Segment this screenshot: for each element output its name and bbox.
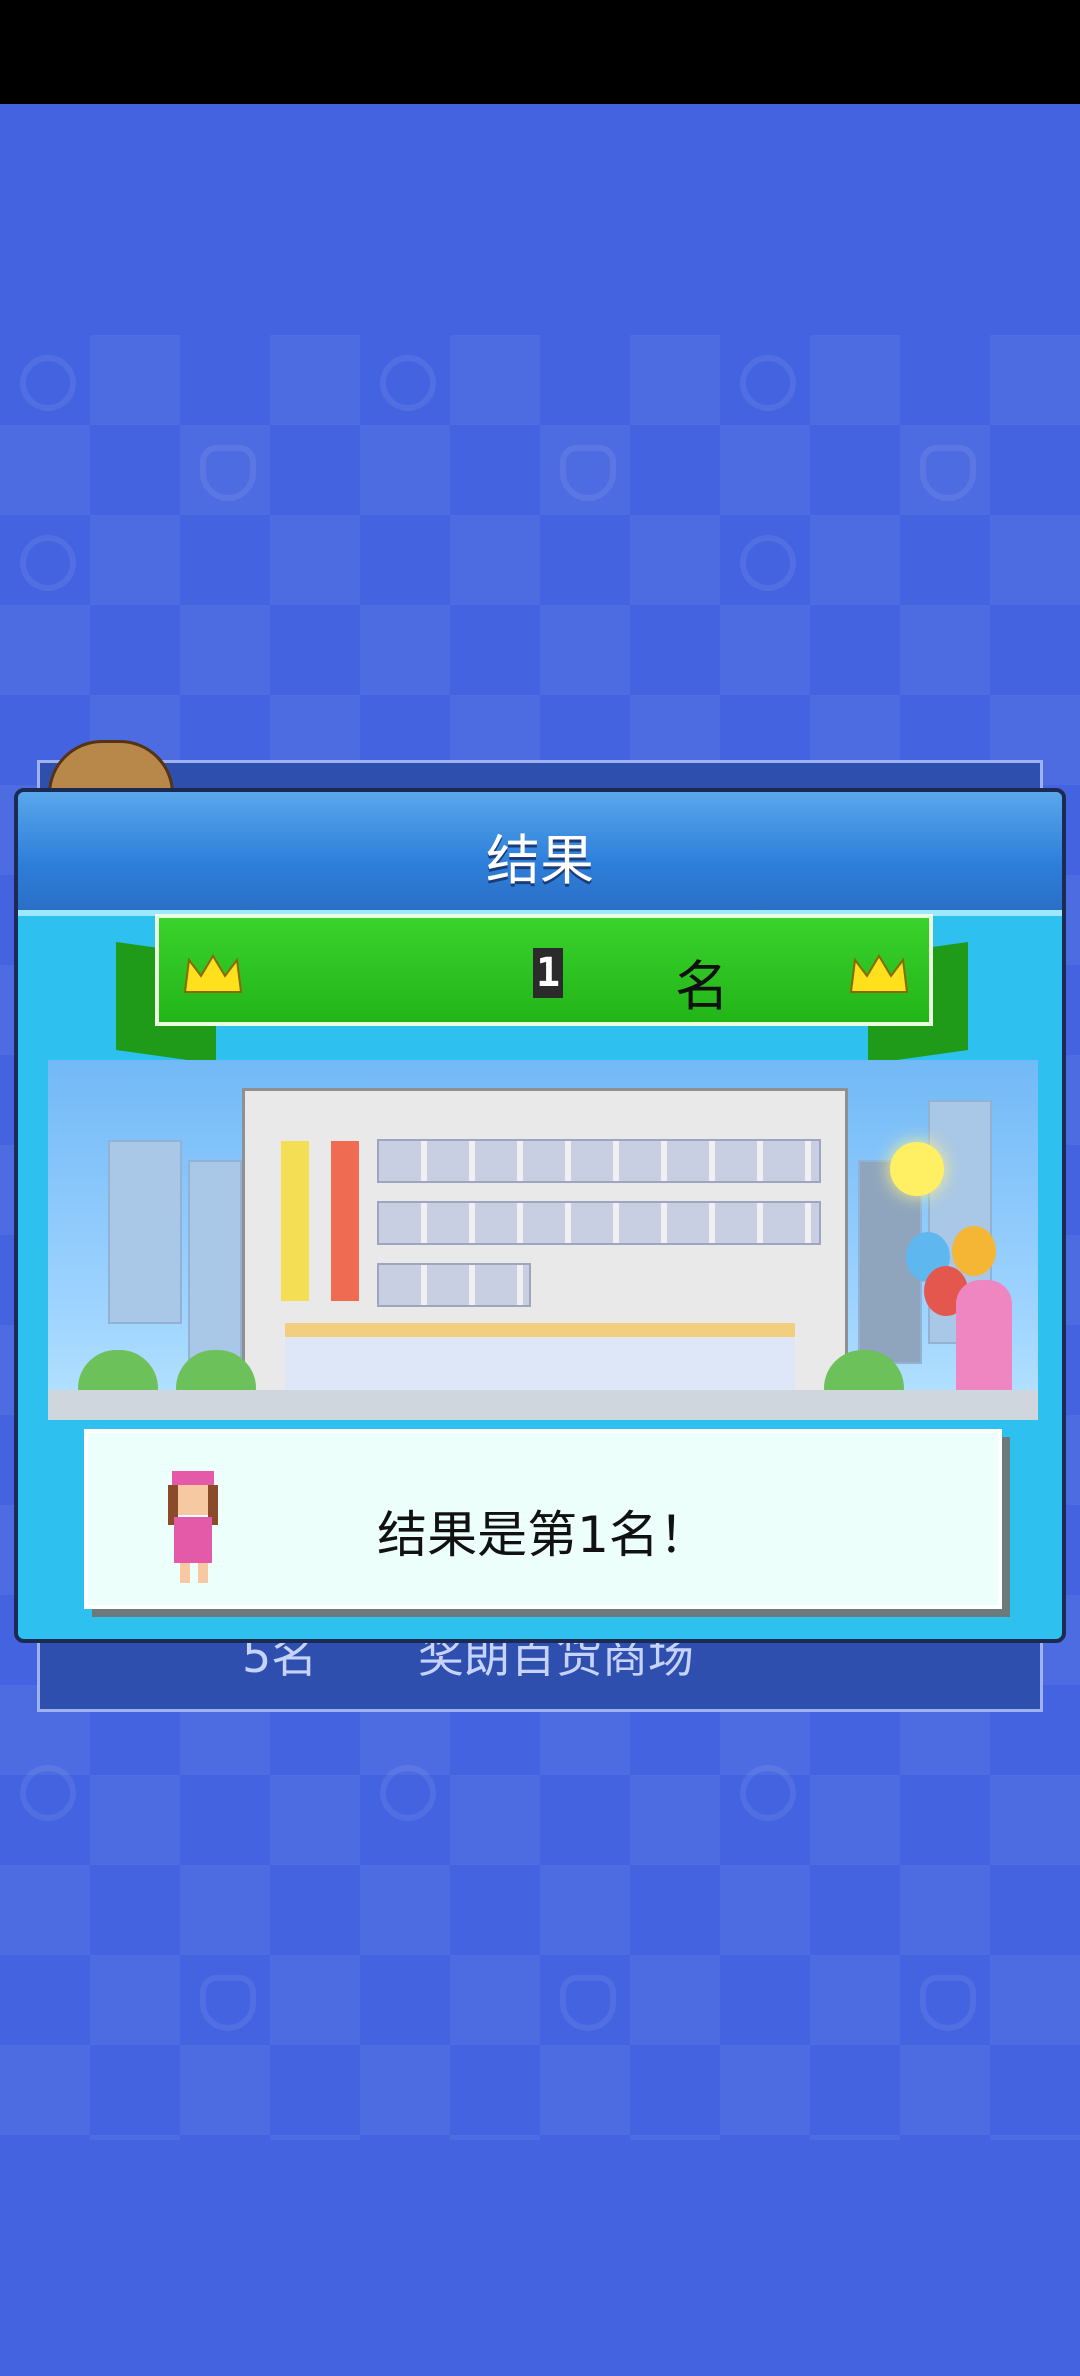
heart-icon (920, 1975, 976, 2031)
result-message: 结果是第1名！ (377, 1506, 709, 1564)
department-store-building (242, 1088, 848, 1417)
heart-icon (560, 445, 616, 501)
rank-unit: 名 (675, 955, 729, 1018)
crown-icon (183, 954, 243, 993)
crown-icon (849, 954, 909, 993)
road (48, 1390, 1038, 1420)
background-building (108, 1140, 182, 1324)
sparkle-icon (890, 1142, 944, 1196)
coin-icon (380, 355, 436, 411)
heart-icon (200, 1975, 256, 2031)
rank-number: 1 (533, 948, 563, 998)
coin-icon (20, 355, 76, 411)
store-window (377, 1201, 821, 1245)
rank-ribbon: 1 名 (155, 914, 933, 1026)
coin-icon (740, 1765, 796, 1821)
background-building (188, 1160, 242, 1364)
department-store-scene (48, 1060, 1038, 1420)
heart-icon (200, 445, 256, 501)
store-sign (331, 1141, 359, 1301)
result-dialog[interactable]: 结果 1 名 结果是第1名！ (14, 788, 1066, 1643)
heart-icon (560, 1975, 616, 2031)
coin-icon (20, 535, 76, 591)
balloon-icon (952, 1226, 996, 1276)
coin-icon (740, 535, 796, 591)
message-box: 结果是第1名！ (84, 1429, 1002, 1609)
coin-icon (380, 1765, 436, 1821)
store-window (377, 1263, 531, 1307)
coin-icon (20, 1765, 76, 1821)
store-sign (281, 1141, 309, 1301)
coin-icon (740, 355, 796, 411)
dialog-title: 结果 (486, 829, 594, 892)
store-window (377, 1139, 821, 1183)
bush (78, 1350, 158, 1394)
status-bar (0, 0, 1080, 104)
pink-rabbit-mascot (956, 1280, 1012, 1400)
heart-icon (920, 445, 976, 501)
dialog-header: 结果 (18, 792, 1062, 916)
